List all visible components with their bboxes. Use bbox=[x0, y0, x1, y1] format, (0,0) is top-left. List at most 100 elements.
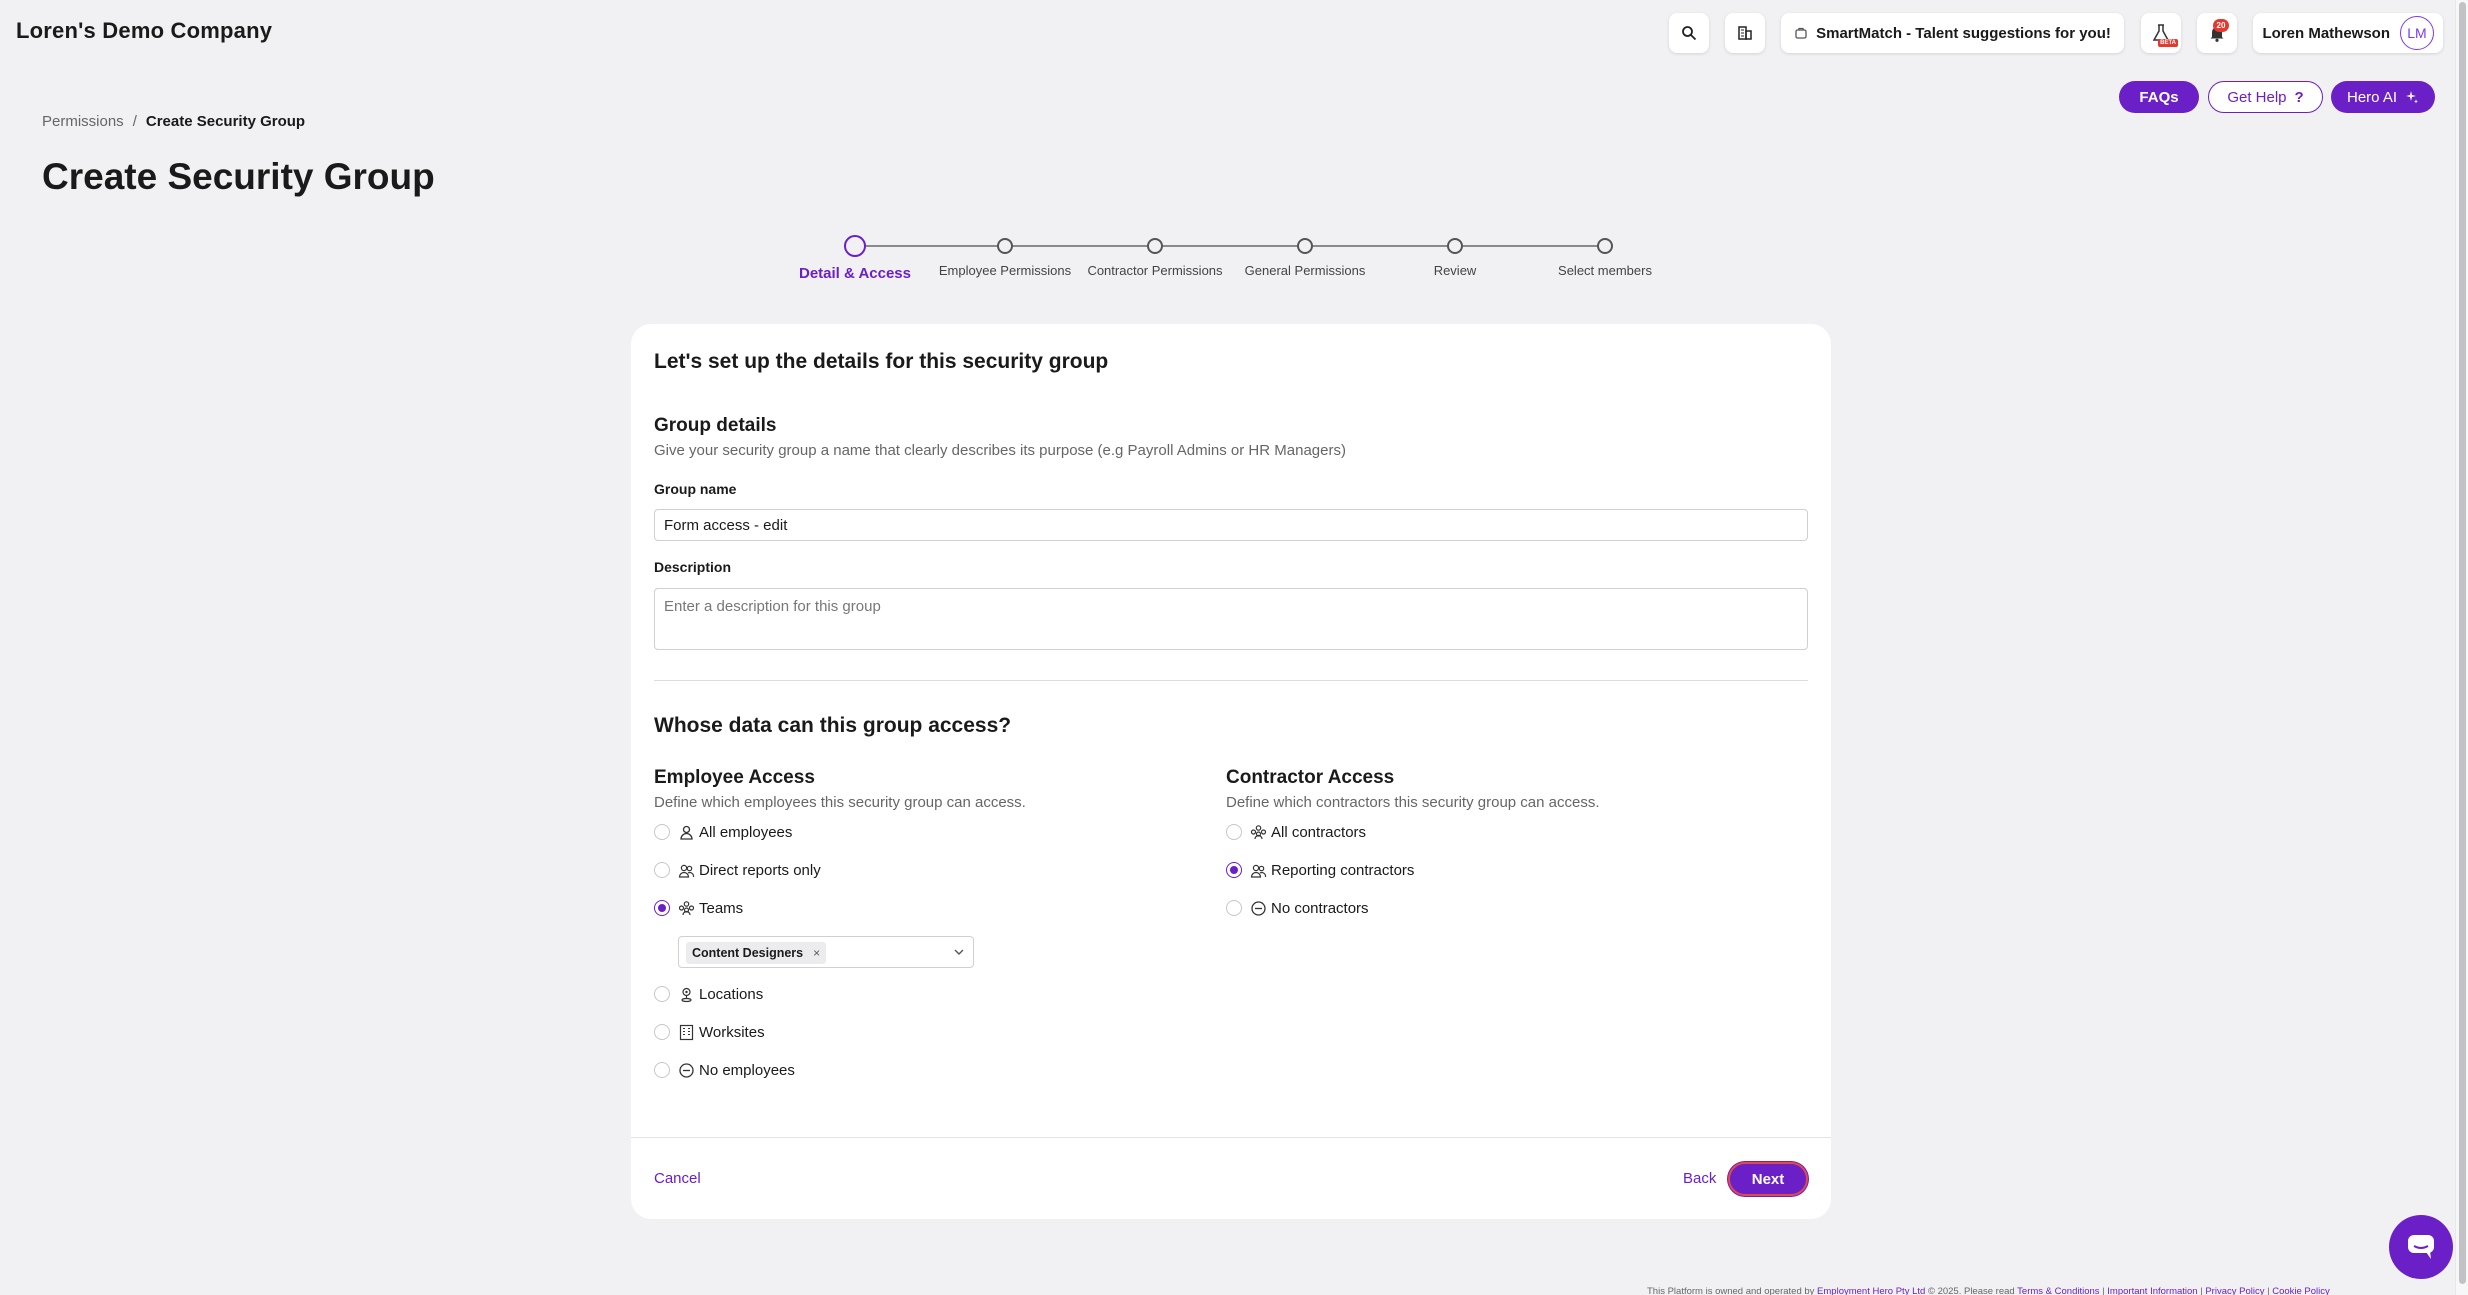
people-icon bbox=[1250, 862, 1267, 879]
top-bar: Loren's Demo Company SmartMatch - Talent… bbox=[0, 0, 2450, 66]
footer-text: This Platform is owned and operated by bbox=[1647, 1286, 1815, 1295]
search-button[interactable] bbox=[1669, 13, 1709, 53]
step-select-members[interactable]: Select members bbox=[1530, 232, 1680, 278]
breadcrumb-current: Create Security Group bbox=[145, 113, 306, 130]
step-detail-access[interactable]: Detail & Access bbox=[780, 232, 930, 282]
notifications-button[interactable]: 20 bbox=[2197, 13, 2237, 53]
notification-count-badge: 20 bbox=[2213, 19, 2229, 32]
chat-bubble-icon bbox=[2408, 1235, 2434, 1259]
radio-no-employees[interactable]: No employees bbox=[654, 1060, 795, 1080]
radio-button[interactable] bbox=[654, 862, 670, 878]
breadcrumb-separator: / bbox=[132, 113, 137, 130]
description-textarea[interactable]: Enter a description for this group bbox=[654, 588, 1808, 650]
beta-feature-button[interactable]: BETA bbox=[2141, 13, 2181, 53]
legal-footer: This Platform is owned and operated by E… bbox=[1647, 1286, 2330, 1295]
terms-link[interactable]: Terms & Conditions bbox=[2017, 1286, 2099, 1295]
contractor-access-subtitle: Define which contractors this security g… bbox=[1226, 794, 1600, 811]
scrollbar-thumb[interactable] bbox=[2459, 2, 2466, 1284]
step-dot bbox=[1447, 238, 1463, 254]
chip-remove-icon[interactable]: × bbox=[813, 946, 820, 960]
search-icon bbox=[1682, 26, 1697, 41]
help-icon: ? bbox=[2294, 88, 2304, 106]
user-menu-button[interactable]: Loren Mathewson LM bbox=[2253, 13, 2443, 53]
location-pin-icon bbox=[678, 986, 695, 1003]
step-dot bbox=[1597, 238, 1613, 254]
breadcrumb-permissions-link[interactable]: Permissions bbox=[42, 113, 124, 130]
smartmatch-button[interactable]: SmartMatch - Talent suggestions for you! bbox=[1781, 13, 2124, 53]
option-label: Locations bbox=[699, 985, 764, 1003]
radio-no-contractors[interactable]: No contractors bbox=[1226, 898, 1369, 918]
team-icon bbox=[678, 900, 695, 917]
group-details-subtitle: Give your security group a name that cle… bbox=[654, 442, 1346, 459]
chevron-down-icon[interactable] bbox=[953, 946, 965, 958]
organisation-button[interactable] bbox=[1725, 13, 1765, 53]
cookie-link[interactable]: Cookie Policy bbox=[2272, 1286, 2330, 1295]
radio-button-selected[interactable] bbox=[654, 900, 670, 916]
step-label: Select members bbox=[1558, 263, 1652, 278]
radio-button[interactable] bbox=[654, 824, 670, 840]
option-label: No contractors bbox=[1271, 899, 1369, 917]
group-details-title: Group details bbox=[654, 415, 777, 436]
radio-worksites[interactable]: Worksites bbox=[654, 1022, 765, 1042]
step-general-permissions[interactable]: General Permissions bbox=[1230, 232, 1380, 278]
company-link[interactable]: Employment Hero Pty Ltd bbox=[1817, 1286, 1925, 1295]
faqs-label: FAQs bbox=[2139, 88, 2179, 106]
radio-all-contractors[interactable]: All contractors bbox=[1226, 822, 1366, 842]
section-divider bbox=[654, 680, 1808, 681]
team-chip: Content Designers × bbox=[686, 942, 827, 964]
step-dot-active bbox=[844, 235, 866, 257]
contractor-access-title: Contractor Access bbox=[1226, 767, 1395, 788]
faqs-button[interactable]: FAQs bbox=[2119, 81, 2199, 113]
radio-button[interactable] bbox=[1226, 824, 1242, 840]
radio-button[interactable] bbox=[654, 1062, 670, 1078]
person-icon bbox=[678, 824, 695, 841]
building-icon bbox=[1738, 26, 1752, 40]
team-chip-label: Content Designers bbox=[692, 946, 804, 960]
people-icon bbox=[678, 862, 695, 879]
radio-button[interactable] bbox=[654, 986, 670, 1002]
next-button[interactable]: Next bbox=[1728, 1162, 1808, 1196]
radio-button[interactable] bbox=[1226, 900, 1242, 916]
company-name[interactable]: Loren's Demo Company bbox=[16, 18, 272, 44]
step-contractor-permissions[interactable]: Contractor Permissions bbox=[1080, 232, 1230, 278]
option-label: Reporting contractors bbox=[1271, 861, 1415, 879]
progress-stepper: Detail & Access Employee Permissions Con… bbox=[790, 232, 1665, 292]
radio-locations[interactable]: Locations bbox=[654, 984, 763, 1004]
smartmatch-label: SmartMatch - Talent suggestions for you! bbox=[1816, 24, 2111, 42]
page-title: Create Security Group bbox=[42, 156, 435, 197]
step-label: Employee Permissions bbox=[938, 263, 1072, 278]
group-name-input[interactable] bbox=[654, 509, 1808, 541]
step-label: Contractor Permissions bbox=[1087, 263, 1223, 278]
avatar: LM bbox=[2400, 16, 2434, 50]
radio-button[interactable] bbox=[654, 1024, 670, 1040]
security-group-form-card: Let's set up the details for this securi… bbox=[631, 324, 1831, 1219]
user-name: Loren Mathewson bbox=[2262, 24, 2390, 42]
cancel-button[interactable]: Cancel bbox=[654, 1170, 701, 1187]
option-label: No employees bbox=[699, 1061, 795, 1079]
get-help-button[interactable]: Get Help ? bbox=[2208, 81, 2323, 113]
hero-ai-button[interactable]: Hero AI bbox=[2331, 81, 2435, 113]
employee-access-title: Employee Access bbox=[654, 767, 815, 788]
teams-select[interactable]: Content Designers × bbox=[678, 936, 974, 968]
step-dot bbox=[997, 238, 1013, 254]
radio-all-employees[interactable]: All employees bbox=[654, 822, 792, 842]
option-label: Direct reports only bbox=[699, 861, 821, 879]
important-info-link[interactable]: Important Information bbox=[2107, 1286, 2197, 1295]
radio-reporting-contractors[interactable]: Reporting contractors bbox=[1226, 860, 1414, 880]
smartmatch-icon bbox=[1795, 27, 1807, 39]
breadcrumb: Permissions / Create Security Group bbox=[42, 113, 305, 130]
radio-direct-reports[interactable]: Direct reports only bbox=[654, 860, 821, 880]
building-icon bbox=[678, 1024, 695, 1041]
step-employee-permissions[interactable]: Employee Permissions bbox=[930, 232, 1080, 278]
radio-teams[interactable]: Teams bbox=[654, 898, 743, 918]
privacy-link[interactable]: Privacy Policy bbox=[2205, 1286, 2264, 1295]
page-scrollbar[interactable] bbox=[2455, 0, 2468, 1295]
chat-button[interactable] bbox=[2389, 1215, 2453, 1279]
access-title: Whose data can this group access? bbox=[654, 714, 1012, 737]
step-dot bbox=[1147, 238, 1163, 254]
back-button[interactable]: Back bbox=[1683, 1170, 1716, 1187]
group-name-label: Group name bbox=[654, 481, 737, 497]
hero-ai-label: Hero AI bbox=[2346, 88, 2398, 106]
step-review[interactable]: Review bbox=[1380, 232, 1530, 278]
radio-button-selected[interactable] bbox=[1226, 862, 1242, 878]
